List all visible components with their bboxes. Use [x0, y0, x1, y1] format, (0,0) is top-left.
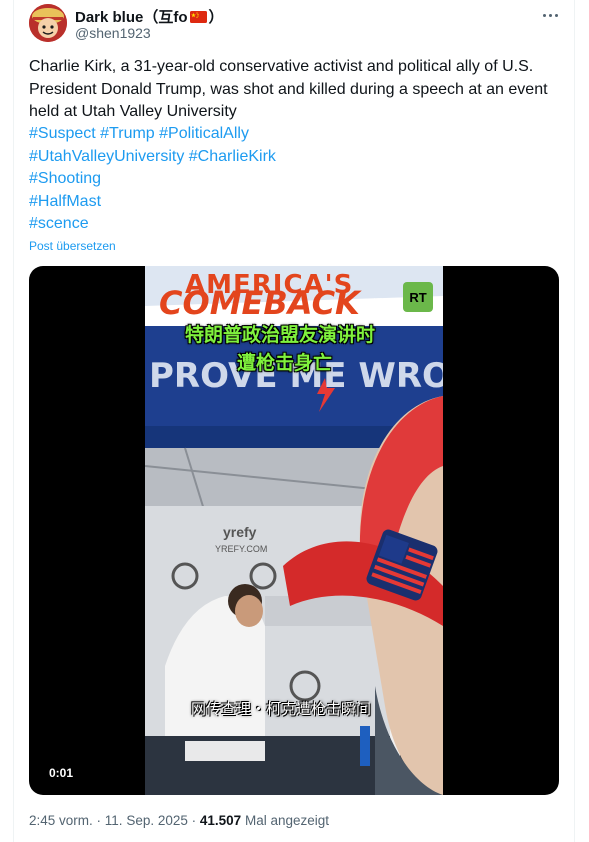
author-name[interactable]: Dark blue（互fo ） [75, 6, 224, 27]
author-name-text: Dark blue（互fo [75, 9, 188, 26]
banner-text-main: COMEBACK [159, 284, 360, 322]
tweet-meta: 2:45 vorm. · 11. Sep. 2025 · 41.507 Mal … [29, 813, 329, 828]
translate-post-link[interactable]: Post übersetzen [29, 239, 116, 253]
meta-separator: · [96, 813, 105, 828]
meta-separator: · [191, 813, 200, 828]
avatar[interactable] [29, 4, 67, 42]
video-frame[interactable]: AMERICA'S COMEBACK PROVE ME WRONG yrefy … [145, 266, 443, 795]
sponsor-url: YREFY.COM [215, 544, 268, 554]
china-flag-icon [189, 10, 207, 23]
caption-line-2: 遭枪击身亡 [237, 352, 333, 374]
hashtags: #Suspect #Trump #PoliticalAlly #UtahVall… [29, 123, 276, 236]
tweet-text: Charlie Kirk, a 31-year-old conservative… [29, 58, 548, 120]
sponsor-text: yrefy [223, 524, 257, 540]
rt-logo-text: RT [409, 289, 427, 305]
author-name-end: ） [208, 9, 224, 26]
hashtag-line[interactable]: #HalfMast [29, 191, 276, 214]
caption-line-1: 特朗普政治盟友演讲时 [185, 324, 376, 346]
post-time[interactable]: 2:45 vorm. [29, 813, 93, 828]
view-count: 41.507 [199, 813, 242, 828]
author-handle[interactable]: @shen1923 [75, 25, 151, 41]
hashtag-line[interactable]: #Shooting [29, 168, 276, 191]
video-player[interactable]: AMERICA'S COMEBACK PROVE ME WRONG yrefy … [29, 266, 559, 795]
view-count-label: Mal angezeigt [244, 813, 330, 828]
hashtag-line[interactable]: #Suspect #Trump #PoliticalAlly [29, 123, 276, 146]
hashtag-line[interactable]: #UtahValleyUniversity #CharlieKirk [29, 146, 276, 169]
more-options-icon[interactable] [539, 6, 561, 24]
rt-logo-icon: RT [403, 282, 433, 312]
video-subtitle: 网传查理・柯克遭枪击瞬间 [191, 700, 372, 718]
post-date[interactable]: 11. Sep. 2025 [105, 813, 188, 828]
hashtag-line[interactable]: #scence [29, 213, 276, 236]
avatar-image [29, 4, 67, 42]
video-elapsed-time: 0:01 [49, 766, 74, 780]
